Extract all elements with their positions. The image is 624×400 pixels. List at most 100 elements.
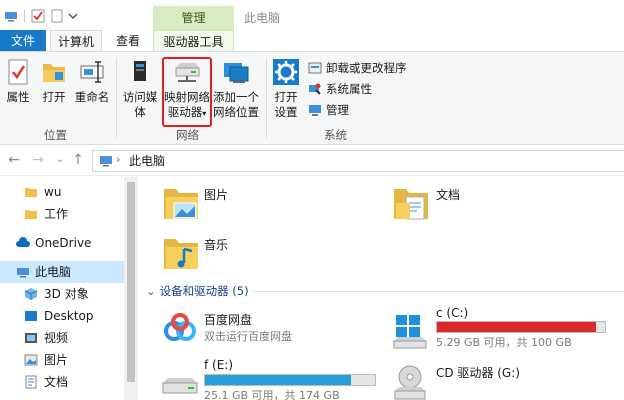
- pictures-icon: [24, 354, 38, 366]
- open-settings-button[interactable]: 打开 设置: [268, 58, 304, 120]
- folder-name: 文档: [436, 188, 461, 202]
- manage-tab[interactable]: 管理: [153, 6, 234, 30]
- open-settings-label-2: 设置: [274, 105, 298, 119]
- address-path: 此电脑: [129, 154, 166, 168]
- quick-access-divider: [24, 10, 25, 22]
- cd-drive-icon: [394, 365, 426, 400]
- drive-c-usage-fill: [437, 322, 597, 332]
- rename-button[interactable]: 重命名: [72, 58, 112, 105]
- drive-c-usage-bar: [436, 321, 606, 333]
- sidebar-item-label: 工作: [44, 207, 69, 221]
- access-media-label: 访问媒体: [122, 90, 158, 119]
- folder-icon: [25, 210, 37, 219]
- ribbon-divider: [266, 58, 267, 138]
- folder-open-icon: [43, 64, 65, 82]
- sidebar-item-label: OneDrive: [35, 236, 92, 250]
- open-button[interactable]: 打开: [38, 58, 70, 105]
- chevron-down-icon[interactable]: [66, 9, 80, 23]
- uninstall-icon: [308, 62, 322, 74]
- sidebar-item-label: Desktop: [44, 309, 94, 323]
- drive-name: 百度网盘: [204, 313, 253, 327]
- rename-icon: [80, 61, 104, 83]
- tab-file[interactable]: 文件: [0, 30, 46, 52]
- system-properties-button[interactable]: 系统属性: [308, 80, 372, 98]
- hard-drive-icon: [162, 378, 198, 394]
- sidebar-item-label: wu: [44, 185, 62, 199]
- drive-subtitle: 双击运行百度网盘: [204, 330, 292, 343]
- sidebar-item-label: 视频: [44, 331, 69, 345]
- add-location-label-1: 添加一个: [213, 90, 259, 104]
- title-bar: 管理 此电脑: [0, 0, 624, 30]
- devices-section-title: 设备和驱动器 (5): [159, 284, 249, 298]
- documents-folder-icon: [394, 189, 428, 220]
- sidebar-item-videos[interactable]: 视频: [0, 327, 124, 349]
- windows-drive-icon: [393, 315, 427, 349]
- pictures-folder-icon: [164, 189, 198, 219]
- new-folder-icon[interactable]: [50, 9, 64, 23]
- location-group-label: 位置: [44, 128, 67, 142]
- tab-view[interactable]: 查看: [106, 30, 150, 52]
- manage-button[interactable]: 管理: [308, 101, 349, 119]
- address-bar[interactable]: › 此电脑: [92, 150, 624, 172]
- sidebar-item-label: 此电脑: [35, 265, 72, 279]
- sidebar-item-wu[interactable]: wu: [0, 181, 124, 203]
- sidebar-item-label: 3D 对象: [44, 287, 89, 301]
- sidebar-item-work[interactable]: 工作: [0, 203, 124, 225]
- manage-computer-icon: [309, 105, 321, 116]
- cube-icon: [24, 288, 38, 300]
- open-label: 打开: [42, 90, 66, 104]
- properties-icon: [8, 59, 28, 85]
- access-media-button[interactable]: 访问媒体: [118, 58, 162, 120]
- sidebar-scrollbar-thumb[interactable]: [127, 182, 135, 382]
- computer-icon: [17, 268, 29, 278]
- baidu-netdisk-icon: [164, 313, 196, 341]
- chevron-down-icon: ⌄: [146, 284, 156, 298]
- navigation-pane: wu 工作 OneDrive 此电脑 3D 对象 Desktop 视频 图片 文…: [0, 177, 124, 400]
- sidebar-item-desktop[interactable]: Desktop: [0, 305, 124, 327]
- chevron-right-icon: ›: [116, 153, 121, 166]
- music-folder-icon: [164, 239, 198, 269]
- media-server-icon: [134, 61, 146, 81]
- sidebar-item-3d-objects[interactable]: 3D 对象: [0, 283, 124, 305]
- gear-icon: [273, 59, 299, 85]
- add-location-label-2: 网络位置: [213, 105, 259, 119]
- ribbon: 属性 打开 重命名 位置 访问媒体 映射网络 驱动器▾ 添加一个 网络位置 网络…: [0, 51, 624, 145]
- up-arrow-icon[interactable]: ↑: [70, 152, 86, 168]
- add-network-location-button[interactable]: 添加一个 网络位置: [212, 58, 260, 120]
- properties-check-icon[interactable]: [31, 9, 45, 23]
- ribbon-tabs: 文件 计算机 查看 驱动器工具: [0, 30, 624, 53]
- system-properties-icon: [309, 83, 321, 95]
- manage-label: 管理: [326, 103, 349, 117]
- drive-name: c (C:): [436, 306, 469, 320]
- tab-drive-tools[interactable]: 驱动器工具: [153, 30, 234, 52]
- drive-name: CD 驱动器 (G:): [436, 366, 520, 380]
- uninstall-programs-button[interactable]: 卸载或更改程序: [308, 59, 407, 77]
- sidebar-item-pictures[interactable]: 图片: [0, 349, 124, 371]
- folder-name: 音乐: [204, 238, 229, 252]
- forward-arrow-icon[interactable]: →: [30, 152, 46, 168]
- back-arrow-icon[interactable]: ←: [6, 152, 22, 168]
- folder-name: 图片: [204, 188, 229, 202]
- properties-button[interactable]: 属性: [2, 58, 34, 105]
- properties-label: 属性: [6, 90, 30, 104]
- video-icon: [25, 333, 37, 343]
- network-group-label: 网络: [176, 128, 199, 142]
- documents-icon: [25, 375, 37, 389]
- sidebar-item-this-pc[interactable]: 此电脑: [0, 261, 124, 283]
- sidebar-item-onedrive[interactable]: OneDrive: [0, 232, 124, 254]
- tab-computer[interactable]: 计算机: [50, 30, 102, 53]
- desktop-icon: [25, 311, 37, 321]
- drive-e-usage-bar: [204, 374, 376, 386]
- computer-icon: [100, 156, 112, 167]
- sidebar-item-label: 文档: [44, 375, 69, 389]
- chevron-down-icon[interactable]: ⌄: [52, 152, 68, 168]
- devices-section-header[interactable]: ⌄ 设备和驱动器 (5): [146, 283, 249, 299]
- system-group-label: 系统: [324, 128, 347, 142]
- ribbon-divider: [116, 58, 117, 138]
- drive-e-usage-fill: [205, 375, 351, 385]
- system-properties-label: 系统属性: [326, 82, 372, 96]
- sidebar-item-label: 图片: [44, 353, 69, 367]
- sidebar-item-documents[interactable]: 文档: [0, 371, 124, 393]
- open-settings-label-1: 打开: [274, 90, 298, 104]
- drive-name: f (E:): [204, 358, 234, 372]
